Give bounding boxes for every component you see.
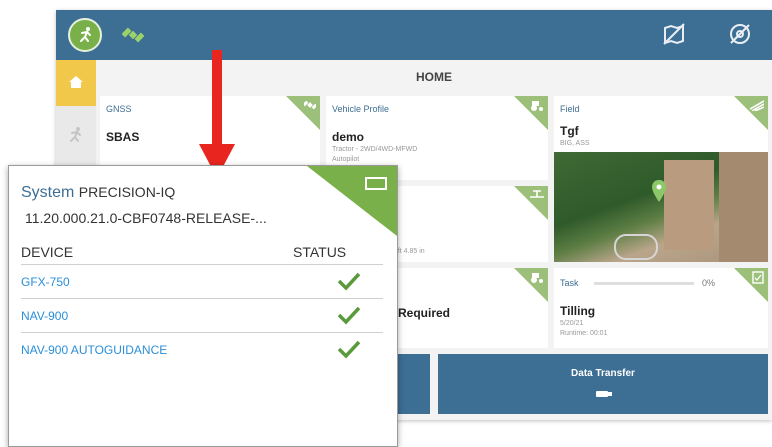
map-off-icon[interactable] — [662, 22, 686, 51]
system-info-panel: System PRECISION-IQ 11.20.000.21.0-CBF07… — [8, 165, 398, 447]
task-date: 5/20/21 — [560, 320, 584, 327]
runner-icon[interactable] — [66, 126, 84, 149]
map-field-plot — [664, 160, 714, 250]
runner-logo-icon[interactable] — [68, 18, 102, 52]
vehicle-type: Tractor - 2WD/4WD-MFWD — [332, 146, 418, 153]
device-row[interactable]: NAV-900 — [21, 298, 383, 331]
task-progress-text: 0% — [702, 278, 716, 288]
gnss-label: GNSS — [106, 104, 132, 114]
field-label: Field — [560, 104, 580, 114]
vehicle-value: demo — [332, 130, 365, 144]
map-field-plot — [719, 152, 768, 262]
map-pin-icon — [652, 180, 666, 202]
vehicle-steering: Autopilot — [332, 156, 360, 163]
system-label: System — [21, 184, 75, 201]
calibration-status: Required — [398, 306, 451, 320]
device-name[interactable]: GFX-750 — [21, 275, 70, 289]
red-arrow-indicator — [199, 50, 235, 178]
device-header: DEVICE — [21, 244, 74, 260]
usb-drive-icon — [596, 391, 612, 397]
check-icon — [337, 306, 361, 325]
task-label: Task — [560, 278, 579, 288]
home-icon — [69, 76, 83, 88]
display-icon[interactable] — [365, 177, 387, 190]
map-track — [614, 234, 658, 260]
vehicle-label: Vehicle Profile — [332, 104, 390, 114]
gnss-value: SBAS — [106, 130, 140, 144]
check-icon — [337, 340, 361, 359]
task-card[interactable]: Task 0% Tilling 5/20/21 Runtime: 00:01 — [554, 268, 768, 348]
product-name: PRECISION-IQ — [78, 184, 176, 200]
page-title: HOME — [416, 70, 452, 84]
sidebar-home-tab[interactable] — [56, 60, 96, 106]
data-transfer-label: Data Transfer — [571, 368, 635, 379]
task-runtime: Runtime: 00:01 — [560, 330, 608, 337]
panel-title: System PRECISION-IQ — [21, 184, 175, 202]
field-card[interactable]: Field Tgf BIG, ASS — [554, 96, 768, 262]
task-progress-bar — [594, 282, 694, 285]
field-sub: BIG, ASS — [560, 140, 590, 147]
satellite-icon[interactable] — [121, 24, 145, 51]
device-row[interactable]: GFX-750 — [21, 264, 383, 297]
check-icon — [337, 272, 361, 291]
data-transfer-button[interactable]: Data Transfer — [438, 354, 768, 414]
field-map[interactable] — [554, 152, 768, 262]
clipboard-check-icon — [752, 271, 764, 284]
version-string: 11.20.000.21.0-CBF0748-RELEASE-... — [25, 210, 267, 226]
tractor-icon — [531, 273, 543, 283]
device-row[interactable]: NAV-900 AUTOGUIDANCE — [21, 332, 383, 365]
satellite-icon — [304, 100, 316, 110]
top-bar — [56, 10, 772, 60]
field-rows-icon — [750, 100, 764, 111]
task-value: Tilling — [560, 304, 596, 318]
steering-off-icon[interactable] — [728, 22, 752, 51]
status-header: STATUS — [293, 244, 347, 260]
device-name[interactable]: NAV-900 AUTOGUIDANCE — [21, 343, 167, 357]
tractor-icon — [531, 101, 543, 111]
device-name[interactable]: NAV-900 — [21, 309, 68, 323]
implement-icon — [530, 190, 544, 198]
field-value: Tgf — [560, 124, 579, 138]
